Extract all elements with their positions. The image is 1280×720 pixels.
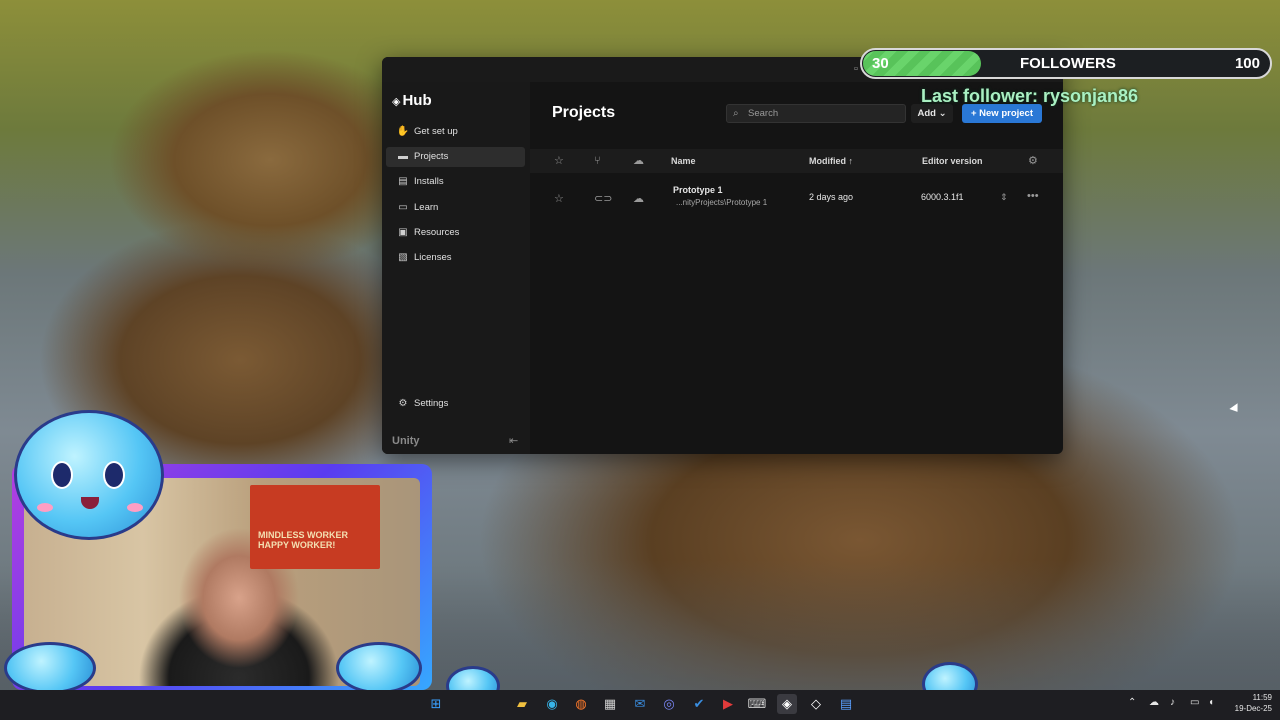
sidebar-item-learn[interactable]: ▭ Learn [386,198,525,218]
project-path: ...nityProjects\Prototype 1 [676,198,768,207]
sort-ascending-icon: ↑ [848,156,854,166]
installs-icon: ▤ [398,176,408,187]
unity-hub-taskbar-icon[interactable]: ◈ [777,694,797,714]
microphone-icon[interactable]: ♪ [1170,697,1175,708]
favorite-column-icon[interactable]: ☆ [554,149,564,173]
column-settings-gear-icon[interactable]: ⚙ [1028,149,1038,173]
sidebar-item-get-set-up[interactable]: ✋ Get set up [386,122,525,142]
column-editor-version[interactable]: Editor version [922,149,983,173]
todo-icon[interactable]: ✔ [689,694,709,714]
sidebar-item-licenses[interactable]: ▧ Licenses [386,248,525,268]
poster-text: MINDLESS WORKER HAPPY WORKER! [258,530,348,550]
link-icon[interactable]: ⊂⊃ [594,192,612,205]
sidebar-item-settings[interactable]: ⚙ Settings [386,394,525,414]
favorite-star-icon[interactable]: ☆ [554,192,564,205]
projects-table-header: ☆ ⑂ ☁ Name Modified ↑ Editor version ⚙ [530,149,1063,173]
sidebar-item-projects[interactable]: ▬ Projects [386,147,525,167]
mascot-cheek [127,503,143,512]
cloud-column-icon[interactable]: ☁ [633,149,644,173]
mascot-blob-small-right [336,642,422,694]
folder-icon: ▬ [398,151,408,162]
followers-label: FOLLOWERS [1020,55,1116,72]
unity-brand: Unity [392,435,420,447]
tray-expand-icon[interactable]: ⌃ [1128,697,1136,708]
followers-count: 30 [872,55,889,72]
volume-icon[interactable]: ◖ [1208,697,1214,708]
collapse-sidebar-icon[interactable]: ⇤ [509,434,518,447]
table-row[interactable]: ☆ ⊂⊃ ☁ Prototype 1 ...nityProjects\Proto… [530,178,1063,222]
resources-icon: ▣ [398,227,408,238]
project-editor-version: 6000.3.1f1 [921,192,964,202]
cloud-icon[interactable]: ☁ [633,192,644,205]
mascot-eye [51,461,73,489]
project-name: Prototype 1 [673,185,723,195]
network-icon[interactable]: ▭ [1190,697,1199,708]
followers-goal: 100 [1234,55,1260,72]
learn-icon: ▭ [398,202,408,213]
project-modified: 2 days ago [809,192,854,202]
chevron-down-icon: ⌄ [938,108,947,119]
wave-hand-icon: ✋ [396,126,410,137]
media-player-icon[interactable]: ▶ [718,694,738,714]
sidebar: ◈ Hub ✋ Get set up ▬ Projects ▤ Installs ▭ Le… [382,82,530,454]
unity-cube-icon: ◈ [392,96,401,108]
license-icon: ▧ [398,252,408,263]
search-field[interactable]: ⌕ [726,104,906,123]
edge-icon[interactable]: ◉ [542,694,562,714]
column-name[interactable]: Name [671,149,696,173]
unity-hub-window: ▫ – ▢ ✕ ◈Hub ✋Get set up ▬Projects ▤Inst… [382,57,1063,454]
firefox-icon[interactable]: ◍ [571,694,591,714]
taskbar-clock[interactable]: 11:59 19-Dec-25 [1228,692,1272,714]
search-input[interactable] [748,108,898,119]
mascot-mouth [81,497,99,509]
search-icon: ⌕ [733,108,739,119]
mascot-blob-large [14,410,164,540]
mascot-cheek [37,503,53,512]
followers-goal-bar: 30 FOLLOWERS 100 [860,48,1272,79]
version-select-icon[interactable]: ⇕ [1000,192,1008,203]
mascot-eye [103,461,125,489]
terminal-icon[interactable]: ⌨ [747,694,767,714]
start-icon[interactable]: ⊞ [426,694,446,714]
mascot-blob-small-left [4,642,96,694]
file-explorer-icon[interactable]: ▰ [512,694,532,714]
store-icon[interactable]: ▦ [600,694,620,714]
hub-logo: ◈ Hub [392,92,432,109]
sidebar-item-resources[interactable]: ▣ Resources [386,223,525,243]
last-follower-text: Last follower: rysonjan86 [921,86,1139,106]
outlook-icon[interactable]: ✉ [630,694,650,714]
wall-poster [250,485,380,569]
unity-editor-taskbar-icon[interactable]: ◇ [806,694,826,714]
column-modified[interactable]: Modified ↑ [809,149,853,173]
more-options-icon[interactable]: ••• [1027,190,1039,202]
version-control-column-icon[interactable]: ⑂ [594,149,601,173]
sidebar-item-installs[interactable]: ▤ Installs [386,172,525,192]
projects-main: Projects ⌕ Add ⌄ + New project ☆ ⑂ ☁ Nam… [530,82,1063,454]
discord-icon[interactable]: ◎ [659,694,679,714]
onedrive-icon[interactable]: ☁ [1149,697,1159,708]
page-title: Projects [552,104,616,121]
gear-icon: ⚙ [398,398,408,409]
notepad-icon[interactable]: ▤ [836,694,856,714]
